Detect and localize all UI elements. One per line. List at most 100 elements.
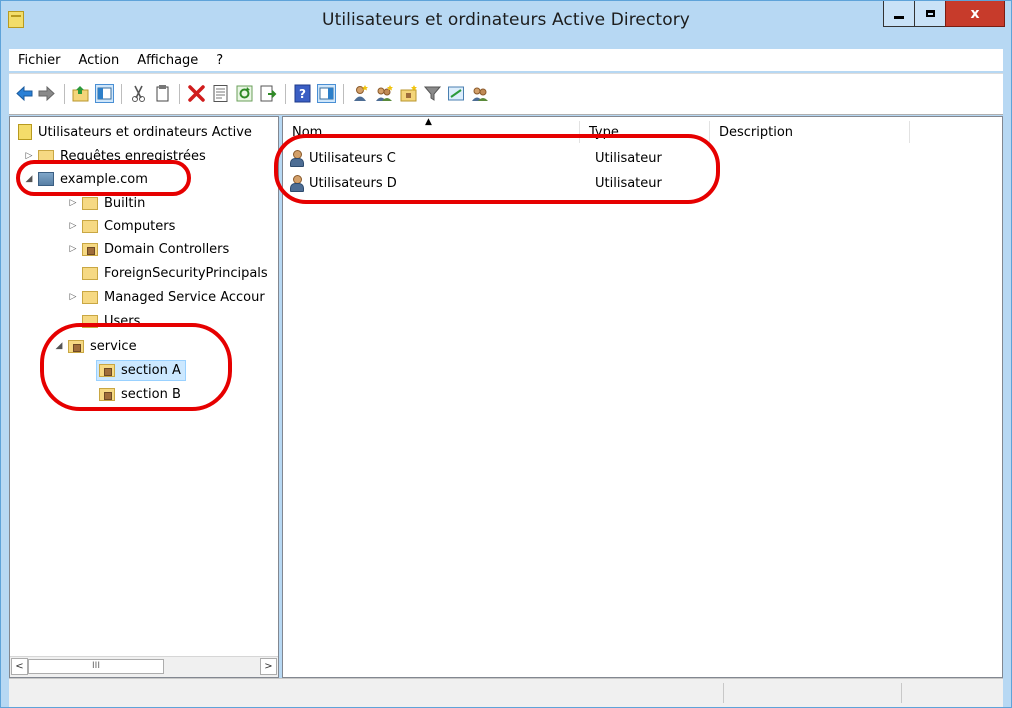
forward-icon[interactable] [37, 84, 56, 103]
refresh-icon[interactable] [235, 84, 254, 103]
user-icon [289, 175, 304, 192]
tree-item-label: Computers [104, 218, 176, 234]
menu-affichage[interactable]: Affichage [128, 53, 207, 68]
tree-root[interactable]: Utilisateurs et ordinateurs Active [18, 121, 252, 143]
tree-item-domain-controllers[interactable]: ▷ Domain Controllers [68, 238, 230, 260]
maximize-button[interactable] [914, 1, 946, 27]
tree-item-label: Managed Service Accour [104, 289, 265, 305]
tree-item-label: Users [104, 313, 141, 329]
new-ou-icon[interactable] [399, 84, 418, 103]
svg-text:?: ? [299, 87, 306, 101]
list-cell-type: Utilisateur [595, 175, 662, 191]
tree-item-users[interactable]: Users [82, 310, 140, 332]
list-row[interactable]: Utilisateurs D Utilisateur [289, 172, 662, 194]
tree-item-foreign-security-principals[interactable]: ForeignSecurityPrincipals [82, 262, 268, 284]
tree-item-service[interactable]: ◢ service [54, 335, 137, 357]
toolbar-separator [121, 84, 122, 104]
minimize-button[interactable] [883, 1, 915, 27]
toolbar: ? [9, 73, 1003, 115]
folder-icon [82, 290, 98, 304]
folder-icon [82, 219, 98, 233]
minimize-icon [894, 16, 904, 19]
menu-action[interactable]: Action [70, 53, 129, 68]
tree-item-label: example.com [60, 171, 148, 187]
title-bar[interactable]: Utilisateurs et ordinateurs Active Direc… [1, 1, 1011, 39]
column-header-label: Type [589, 124, 619, 140]
details-list: Nom ▲ Type Description Utilisateurs C Ut… [282, 116, 1003, 678]
user-icon [289, 150, 304, 167]
scroll-right-icon[interactable]: > [260, 658, 277, 675]
export-list-icon[interactable] [259, 84, 278, 103]
folder-icon [82, 196, 98, 210]
tree-item-builtin[interactable]: ▷ Builtin [68, 192, 146, 214]
list-cell-type: Utilisateur [595, 150, 662, 166]
status-divider [901, 683, 902, 703]
collapse-arrow-icon[interactable]: ◢ [24, 174, 34, 184]
tree-item-computers[interactable]: ▷ Computers [68, 215, 176, 237]
list-cell-name: Utilisateurs C [309, 150, 396, 166]
menu-help[interactable]: ? [207, 53, 232, 68]
domain-icon [38, 172, 54, 186]
add-to-group-icon[interactable] [471, 84, 490, 103]
column-header-name[interactable]: Nom ▲ [283, 117, 580, 143]
maximize-icon [925, 10, 935, 17]
folder-icon [82, 314, 98, 328]
toolbar-separator [64, 84, 65, 104]
snapin-icon [18, 124, 32, 140]
column-header-label: Description [719, 124, 794, 140]
expand-arrow-icon[interactable]: ▷ [68, 244, 78, 254]
tree-horizontal-scrollbar[interactable]: < III > [10, 656, 278, 677]
ou-icon [68, 339, 84, 353]
up-folder-icon[interactable] [71, 84, 90, 103]
collapse-arrow-icon[interactable]: ◢ [54, 341, 64, 351]
scroll-thumb[interactable]: III [28, 659, 164, 674]
folder-icon [38, 149, 54, 163]
close-button[interactable]: x [945, 1, 1005, 27]
toolbar-separator [343, 84, 344, 104]
tree-item-section-a[interactable]: section A [96, 359, 186, 381]
column-header-description[interactable]: Description [710, 121, 910, 143]
folder-icon [82, 266, 98, 280]
ou-icon [82, 242, 98, 256]
status-bar [9, 678, 1003, 707]
mmc-window: Utilisateurs et ordinateurs Active Direc… [0, 0, 1012, 708]
toolbar-separator [179, 84, 180, 104]
tree-item-domain[interactable]: ◢ example.com [24, 168, 148, 190]
delete-icon[interactable] [187, 84, 206, 103]
sort-ascending-icon: ▲ [425, 117, 432, 127]
new-user-icon[interactable] [351, 84, 370, 103]
expand-arrow-icon[interactable]: ▷ [68, 221, 78, 231]
ou-icon [99, 387, 115, 401]
expand-arrow-icon[interactable]: ▷ [68, 198, 78, 208]
cut-icon[interactable] [129, 84, 148, 103]
filter-icon[interactable] [423, 84, 442, 103]
tree-item-label: service [90, 338, 137, 354]
expand-arrow-icon[interactable]: ▷ [24, 151, 34, 161]
tree-item-label: Builtin [104, 195, 146, 211]
new-group-icon[interactable] [375, 84, 394, 103]
show-action-pane-icon[interactable] [317, 84, 336, 103]
tree-item-label: ForeignSecurityPrincipals [104, 265, 268, 281]
toolbar-separator [285, 84, 286, 104]
column-header-type[interactable]: Type [580, 121, 710, 143]
window-title: Utilisateurs et ordinateurs Active Direc… [322, 10, 690, 30]
copy-icon[interactable] [153, 84, 172, 103]
menu-fichier[interactable]: Fichier [9, 53, 70, 68]
tree-item-label: Requêtes enregistrées [60, 148, 206, 164]
show-console-tree-icon[interactable] [95, 84, 114, 103]
list-cell-name: Utilisateurs D [309, 175, 397, 191]
tree-item-section-b[interactable]: section B [99, 383, 181, 405]
tree-item-label: section A [121, 362, 181, 378]
status-divider [723, 683, 724, 703]
tree-item-label: section B [121, 386, 181, 402]
list-row[interactable]: Utilisateurs C Utilisateur [289, 147, 662, 169]
scroll-left-icon[interactable]: < [11, 658, 28, 675]
ou-icon [99, 363, 115, 377]
tree-item-saved-queries[interactable]: ▷ Requêtes enregistrées [24, 145, 206, 167]
properties-icon[interactable] [211, 84, 230, 103]
expand-arrow-icon[interactable]: ▷ [68, 292, 78, 302]
find-icon[interactable] [447, 84, 466, 103]
tree-item-managed-service-accounts[interactable]: ▷ Managed Service Accour [68, 286, 265, 308]
help-icon[interactable]: ? [293, 84, 312, 103]
back-icon[interactable] [15, 84, 34, 103]
